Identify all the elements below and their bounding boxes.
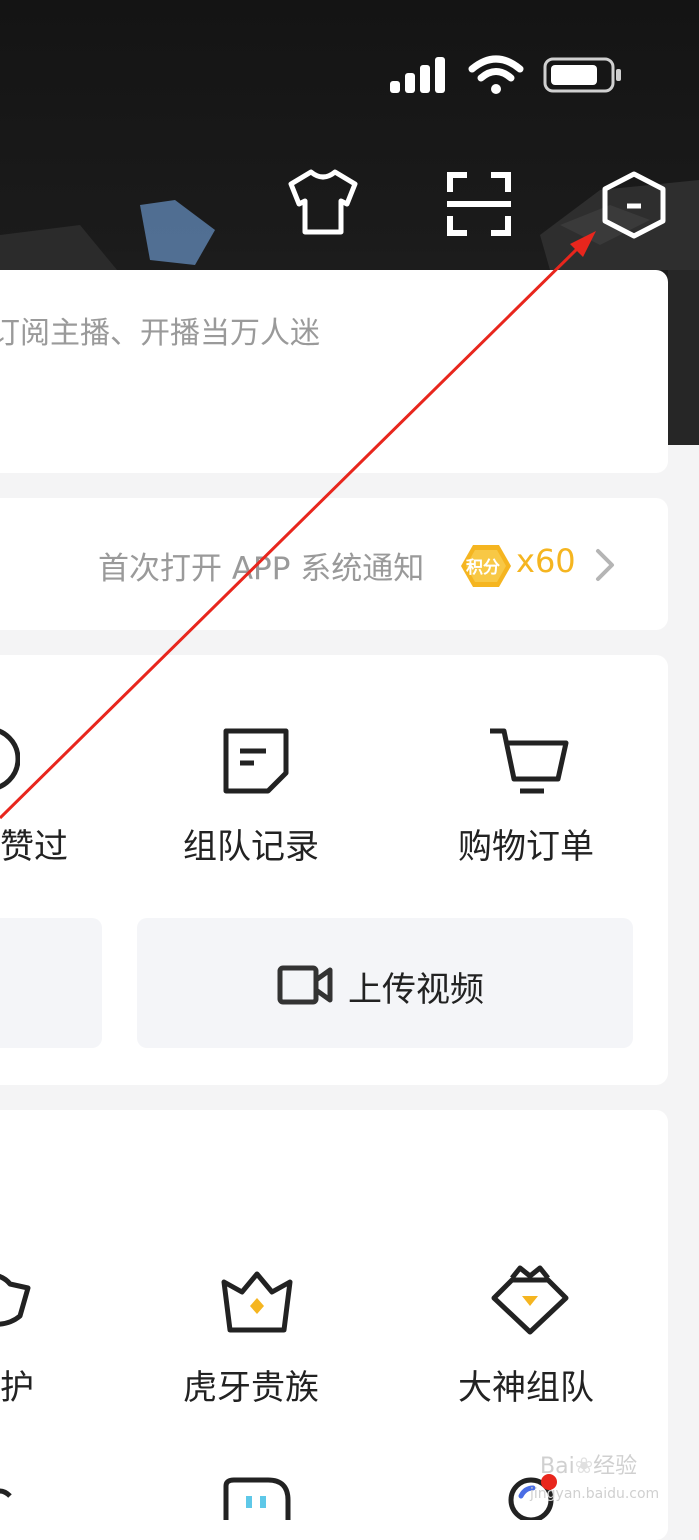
paw-icon: ❀ (574, 1454, 594, 1479)
watermark-suffix: 经验 (593, 1454, 638, 1479)
watermark-brand: Bai❀经验 (540, 1448, 637, 1480)
watermark-brand-text: Bai (540, 1454, 575, 1479)
watermark-url: jingyan.baidu.com (530, 1486, 660, 1502)
annotation-arrow (0, 231, 596, 820)
